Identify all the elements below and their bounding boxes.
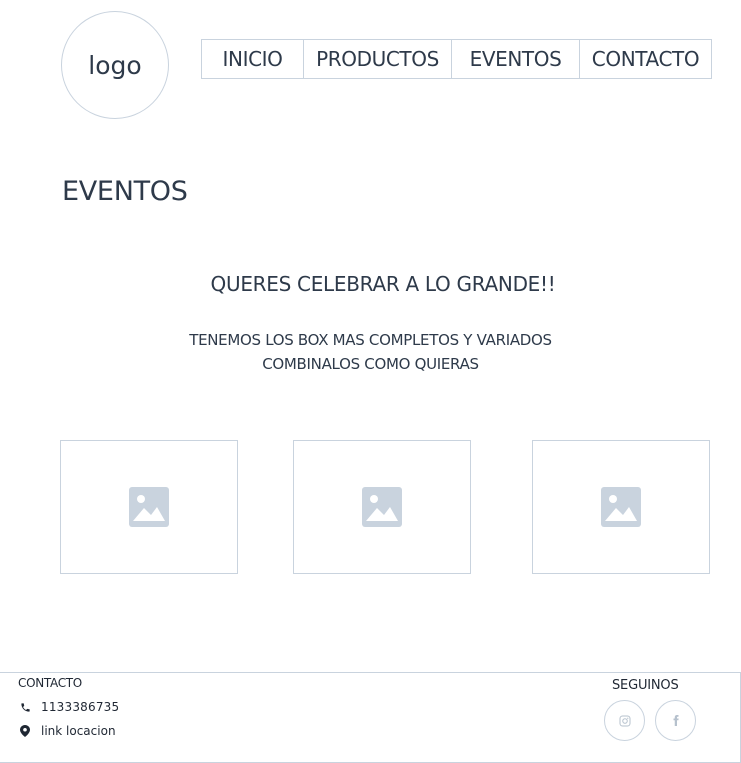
footer-contact-heading: CONTACTO: [18, 676, 82, 690]
location-pin-icon: [18, 724, 32, 738]
image-placeholder-icon: [601, 487, 641, 527]
logo-text: logo: [88, 50, 142, 80]
phone-number: 1133386735: [41, 700, 120, 714]
subline-1: TENEMOS LOS BOX MAS COMPLETOS Y VARIADOS: [189, 331, 552, 349]
image-placeholder-icon: [129, 487, 169, 527]
subline-2: COMBINALOS COMO QUIERAS: [262, 355, 479, 373]
image-card: [293, 440, 471, 574]
nav-item-inicio[interactable]: INICIO: [202, 40, 303, 78]
main-nav: INICIO PRODUCTOS EVENTOS CONTACTO: [201, 39, 712, 79]
headline: QUERES CELEBRAR A LO GRANDE!!: [210, 272, 556, 296]
social-heading: SEGUINOS: [612, 678, 679, 693]
facebook-icon: [673, 715, 679, 726]
image-card: [60, 440, 238, 574]
page-title: EVENTOS: [62, 176, 188, 207]
logo[interactable]: logo: [61, 11, 169, 119]
footer: CONTACTO 1133386735 link locacion SEGUIN…: [0, 672, 741, 763]
nav-item-eventos[interactable]: EVENTOS: [451, 40, 579, 78]
instagram-button[interactable]: [604, 700, 645, 741]
instagram-icon: [619, 715, 630, 726]
facebook-button[interactable]: [655, 700, 696, 741]
contact-location[interactable]: link locacion: [18, 724, 116, 738]
image-card: [532, 440, 710, 574]
nav-item-contacto[interactable]: CONTACTO: [579, 40, 711, 78]
nav-item-productos[interactable]: PRODUCTOS: [303, 40, 451, 78]
contact-phone[interactable]: 1133386735: [18, 700, 119, 714]
image-placeholder-icon: [362, 487, 402, 527]
location-link[interactable]: link locacion: [41, 724, 116, 738]
phone-icon: [18, 700, 32, 714]
